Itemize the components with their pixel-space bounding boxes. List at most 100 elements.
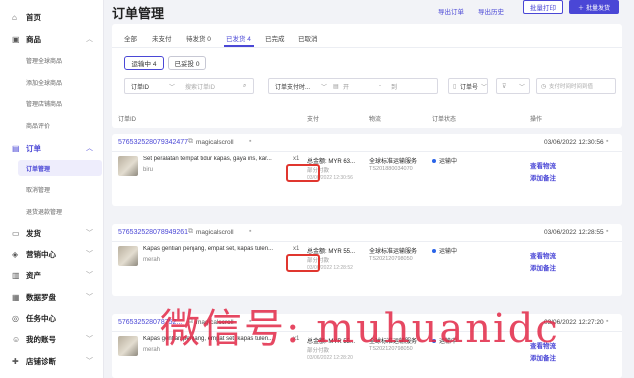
product-variant: biru <box>143 167 154 173</box>
highlight-box <box>286 164 320 182</box>
sidebar-item-products[interactable]: ▣ 商品 ︿ <box>0 30 104 48</box>
product-quantity: x1 <box>293 156 300 162</box>
tab-shipped[interactable]: 已发货 4 <box>226 33 251 43</box>
copy-icon[interactable]: ⧉ <box>188 228 193 236</box>
sidebar-item-label: 数据罗盘 <box>26 292 56 302</box>
shop-name: magicalscroll <box>196 139 234 146</box>
more-filter-select[interactable]: ⊽ ﹀ <box>496 78 530 94</box>
chevron-down-icon: ﹀ <box>86 230 93 237</box>
order-card: 576532528078949261 ⧉ magicalscroll ▪ 03/… <box>112 224 622 296</box>
chevron-down-icon: ﹀ <box>86 272 93 279</box>
clock-icon: ◷ <box>541 83 547 90</box>
order-date: 03/06/2022 12:28:55 <box>544 229 604 236</box>
batch-ship-label: 批量发货 <box>586 5 611 12</box>
order-id-link[interactable]: 576532528079342477 <box>118 139 188 146</box>
sidebar-item-marketing[interactable]: ◈ 营销中心 ﹀ <box>0 245 104 263</box>
sidebar-item-label: 我的账号 <box>26 334 56 344</box>
chevron-down-icon: ﹀ <box>86 336 93 343</box>
sidebar-subitem-add-global[interactable]: 添加全球商品 <box>26 78 62 87</box>
info-icon: ▪ <box>606 318 609 325</box>
sidebar-subitem-order-management[interactable]: 订单管理 <box>26 164 50 173</box>
sidebar-item-label: 发货 <box>26 228 41 238</box>
view-logistics-link[interactable]: 查看物流 <box>530 160 556 170</box>
order-search-group: 订单ID ﹀ 搜索订单ID ⌕ <box>124 78 254 94</box>
info-icon: ▪ <box>606 138 609 145</box>
date-end-input[interactable]: 到 <box>391 82 397 91</box>
stethoscope-icon: ✚ <box>12 356 19 366</box>
sidebar-subitem-returns[interactable]: 退货退款管理 <box>26 207 62 216</box>
order-id-link[interactable]: 576532528078949261 <box>118 229 188 236</box>
sidebar-item-shop-diagnosis[interactable]: ✚ 店铺诊断 ﹀ <box>0 352 104 370</box>
shop-name: magicalscroll <box>196 229 234 236</box>
chevron-down-icon: ﹀ <box>169 84 176 91</box>
view-logistics-link[interactable]: 查看物流 <box>530 250 556 260</box>
order-search-input[interactable]: 搜索订单ID <box>185 82 215 91</box>
sidebar-item-home[interactable]: ⌂ 首页 <box>0 8 104 26</box>
sidebar: ⌂ 首页 ▣ 商品 ︿ 管理全球商品 添加全球商品 管理店铺商品 商品评价 ▤ … <box>0 0 104 378</box>
sidebar-subitem-reviews[interactable]: 商品评价 <box>26 121 50 130</box>
payment-time: 03/06/2022 12:28:20 <box>307 355 353 361</box>
order-date: 03/06/2022 12:30:56 <box>544 139 604 146</box>
tasks-icon: ◎ <box>12 313 19 323</box>
payment-time-placeholder: 支付时间时间到值 <box>549 84 594 90</box>
sidebar-subitem-manage-shop[interactable]: 管理店铺商品 <box>26 99 62 108</box>
sidebar-item-my-account[interactable]: ☺ 我的账号 ﹀ <box>0 330 104 348</box>
watermark-text: 微信号: muhuanidc <box>160 306 560 352</box>
tab-divider <box>112 47 622 48</box>
date-separator: - <box>379 83 381 89</box>
sidebar-subitem-manage-global[interactable]: 管理全球商品 <box>26 56 62 65</box>
product-variant: merah <box>143 257 161 263</box>
order-number-select[interactable]: ▯ 订单号 ﹀ <box>448 78 488 94</box>
user-icon: ☺ <box>12 334 21 344</box>
chart-icon: ▦ <box>12 292 20 302</box>
date-field-select[interactable]: 订单支付时... <box>275 82 310 91</box>
tab-to-ship[interactable]: 待发货 0 <box>186 33 211 43</box>
sidebar-item-label: 商品 <box>26 34 41 44</box>
date-range-group: 订单支付时... ﹀ ▤ 开 - 到 <box>268 78 438 94</box>
table-header: 订单ID 支付 物流 订单状态 操作 <box>112 108 622 128</box>
highlight-box <box>286 254 320 272</box>
chevron-up-icon: ︿ <box>86 145 93 152</box>
tab-cancelled[interactable]: 已取消 <box>298 33 318 43</box>
export-history-link[interactable]: 导出历史 <box>478 6 504 16</box>
tab-completed[interactable]: 已完成 <box>265 33 285 43</box>
batch-print-button[interactable]: 批量打印 <box>523 0 563 14</box>
batch-ship-button[interactable]: ＋批量发货 <box>569 0 619 14</box>
tab-all[interactable]: 全部 <box>124 33 137 43</box>
sidebar-item-assets[interactable]: ▥ 资产 ﹀ <box>0 266 104 284</box>
pill-in-transit[interactable]: 运输中 4 <box>124 56 164 70</box>
sidebar-item-shipping[interactable]: ▭ 发货 ﹀ <box>0 224 104 242</box>
export-orders-link[interactable]: 导出订单 <box>438 6 464 16</box>
order-field-select[interactable]: 订单ID <box>131 82 149 91</box>
pill-delivered[interactable]: 已妥投 0 <box>168 56 206 70</box>
chevron-down-icon: ﹀ <box>481 84 488 91</box>
sidebar-item-orders[interactable]: ▤ 订单 ︿ <box>0 139 104 157</box>
tracking-number: TS201880034070 <box>369 166 413 172</box>
product-thumbnail <box>118 336 138 356</box>
clipboard-icon: ▤ <box>12 143 20 153</box>
sidebar-item-label: 首页 <box>26 12 41 22</box>
payment-time-filter[interactable]: ◷ 支付时间时间到值 <box>536 78 616 94</box>
date-start-input[interactable]: 开 <box>343 82 349 91</box>
chevron-down-icon: ﹀ <box>86 294 93 301</box>
column-header-status: 订单状态 <box>432 117 457 123</box>
search-icon: ⌕ <box>243 82 247 89</box>
add-note-link[interactable]: 添加备注 <box>530 172 556 182</box>
shop-icon: ▪ <box>249 228 252 235</box>
truck-icon: ▭ <box>12 228 20 238</box>
megaphone-icon: ◈ <box>12 249 19 259</box>
product-title: Kapas gentian penjang, empat set, kapas … <box>143 246 274 252</box>
chevron-down-icon: ﹀ <box>86 358 93 365</box>
add-note-link[interactable]: 添加备注 <box>530 262 556 272</box>
copy-icon[interactable]: ⧉ <box>188 138 193 146</box>
product-thumbnail <box>118 246 138 266</box>
calendar-icon: ▤ <box>333 83 339 90</box>
page-title: 订单管理 <box>112 6 165 21</box>
order-status: 运输中 <box>432 156 457 165</box>
wallet-icon: ▥ <box>12 270 20 280</box>
tab-unpaid[interactable]: 未支付 <box>152 33 172 43</box>
status-dot-icon <box>432 248 436 253</box>
sidebar-item-task-center[interactable]: ◎ 任务中心 <box>0 309 104 327</box>
sidebar-subitem-cancellations[interactable]: 取消管理 <box>26 185 50 194</box>
sidebar-item-data-compass[interactable]: ▦ 数据罗盘 ﹀ <box>0 288 104 306</box>
